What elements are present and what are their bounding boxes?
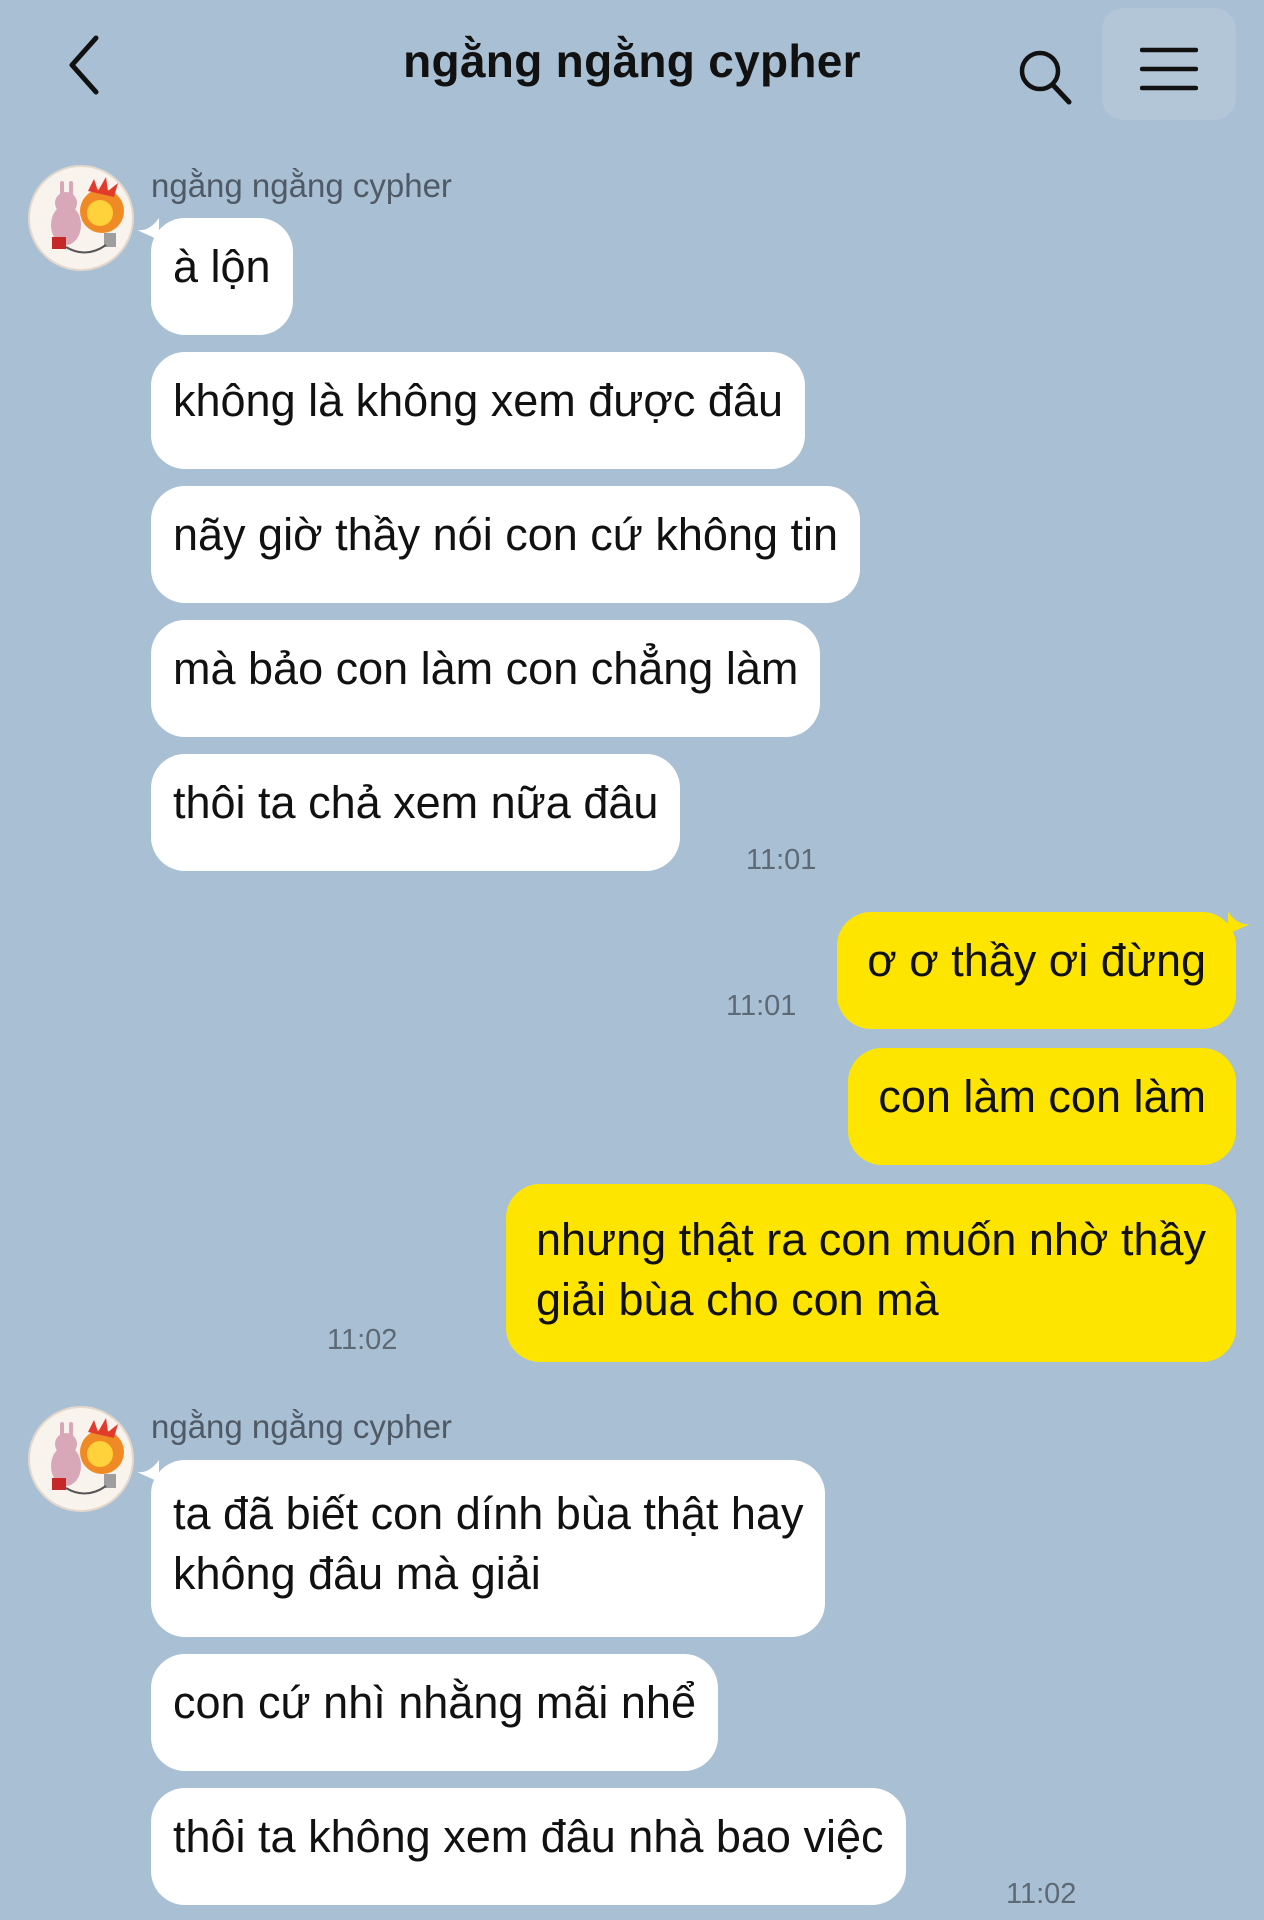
message-text-line: nhưng thật ra con muốn nhờ thầy	[535, 1214, 1206, 1265]
message-bubble[interactable]: không là không xem được đâu	[151, 352, 806, 469]
message-text: thôi ta chả xem nữa đâu	[173, 777, 659, 828]
hamburger-menu-icon	[1140, 47, 1198, 91]
message-text: ơ ơ thầy ơi đừng	[867, 935, 1206, 986]
message-bubble[interactable]: à lộn	[137, 218, 293, 335]
message-timestamp: 11:01	[746, 844, 817, 876]
message-bubble[interactable]: con làm con làm	[848, 1048, 1236, 1165]
message-text: à lộn	[173, 241, 271, 292]
message-text-line: ta đã biết con dính bùa thật hay	[173, 1488, 804, 1539]
message-timestamp: 11:02	[327, 1324, 398, 1356]
message-bubble[interactable]: nhưng thật ra con muốn nhờ thầy giải bùa…	[505, 1184, 1236, 1362]
message-text: con làm con làm	[878, 1071, 1206, 1122]
message-text-line: không đâu mà giải	[173, 1548, 541, 1599]
message-text: nãy giờ thầy nói con cứ không tin	[173, 509, 839, 560]
chat-header: ngằng ngằng cypher	[0, 0, 1264, 135]
message-text-line: giải bùa cho con mà	[535, 1274, 939, 1325]
message-bubble[interactable]: thôi ta không xem đâu nhà bao việc	[151, 1788, 906, 1905]
sticker-avatar-icon	[51, 1418, 124, 1495]
sender-name: ngằng ngằng cypher	[151, 167, 452, 204]
message-text: mà bảo con làm con chẳng làm	[173, 643, 799, 694]
search-button[interactable]	[1015, 46, 1075, 108]
search-icon	[1019, 50, 1072, 105]
menu-button[interactable]	[1102, 8, 1236, 120]
avatar[interactable]	[28, 1406, 134, 1512]
message-bubble[interactable]: nãy giờ thầy nói con cứ không tin	[151, 486, 861, 603]
chat-area: ngằng ngằng cypher ngằng ngằng cypher à …	[0, 0, 1264, 1920]
message-text: thôi ta không xem đâu nhà bao việc	[173, 1811, 884, 1862]
message-bubble[interactable]: ơ ơ thầy ơi đừng	[837, 912, 1250, 1029]
sender-name: ngằng ngằng cypher	[151, 1408, 452, 1445]
message-bubble[interactable]: con cứ nhì nhằng mãi nhể	[151, 1654, 718, 1771]
bubble-tail	[137, 1460, 159, 1482]
bubble-tail	[1228, 912, 1250, 934]
message-text: không là không xem được đâu	[173, 375, 784, 426]
message-timestamp: 11:02	[1006, 1878, 1077, 1910]
message-timestamp: 11:01	[726, 990, 797, 1022]
message-bubble[interactable]: mà bảo con làm con chẳng làm	[151, 620, 821, 737]
bubble-tail	[137, 218, 159, 240]
sticker-avatar-icon	[51, 177, 124, 254]
avatar[interactable]	[28, 165, 134, 271]
message-bubble[interactable]: thôi ta chả xem nữa đâu	[151, 754, 681, 871]
message-bubble[interactable]: ta đã biết con dính bùa thật hay không đ…	[137, 1460, 826, 1637]
message-text: con cứ nhì nhằng mãi nhể	[173, 1677, 696, 1728]
